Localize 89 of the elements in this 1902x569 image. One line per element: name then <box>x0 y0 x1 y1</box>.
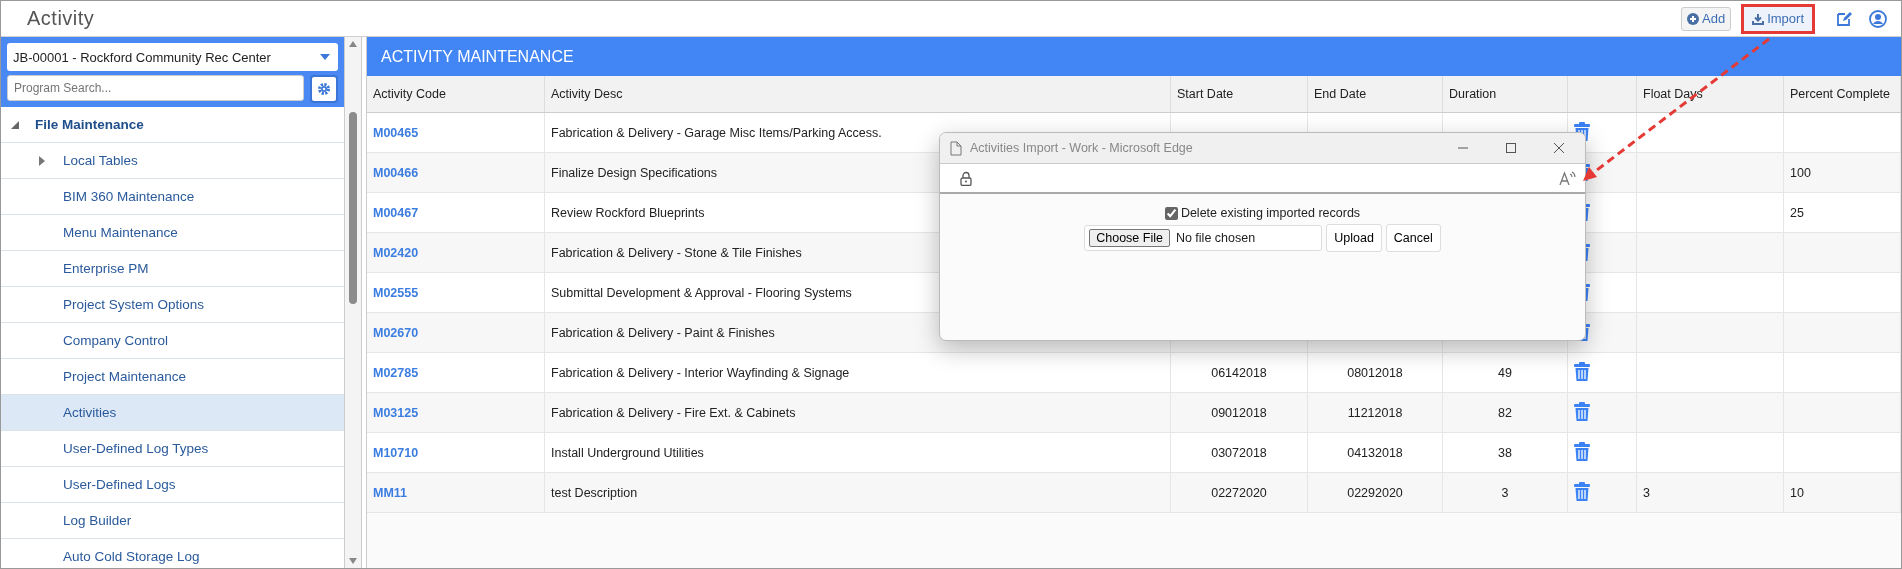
table-cell: 25 <box>1790 205 1804 220</box>
checkbox[interactable] <box>1164 206 1178 220</box>
plus-circle-icon <box>1687 12 1699 25</box>
table-cell: Fabrication & Delivery - Stone & Tile Finishes <box>551 245 802 260</box>
table-cell: Review Rockford Blueprints <box>551 205 705 220</box>
sidebar-item[interactable]: BIM 360 Maintenance <box>1 179 344 215</box>
sidebar-item[interactable]: File Maintenance <box>1 107 344 143</box>
trash-icon[interactable] <box>1574 481 1590 501</box>
trash-icon[interactable] <box>1574 401 1590 421</box>
collapsed-triangle-icon <box>39 155 45 166</box>
expanded-triangle-icon <box>11 120 19 129</box>
table-cell: 06142018 <box>1211 365 1267 380</box>
upload-button[interactable]: Upload <box>1326 224 1382 252</box>
table-cell: 02272020 <box>1211 485 1267 500</box>
table-cell: Submittal Development & Approval - Flooring Systems <box>551 285 852 300</box>
sidebar-item[interactable]: Local Tables <box>1 143 344 179</box>
sidebar-item[interactable]: User-Defined Log Types <box>1 431 344 467</box>
trash-icon[interactable] <box>1574 361 1590 381</box>
panel-title: ACTIVITY MAINTENANCE <box>367 37 1901 76</box>
table-cell: Finalize Design Specifications <box>551 165 718 180</box>
table-cell: 82 <box>1498 405 1512 420</box>
table-cell: 04132018 <box>1347 445 1403 460</box>
table-cell: Install Underground Utilities <box>551 445 704 460</box>
sidebar-item[interactable]: Log Builder <box>1 503 344 539</box>
close-icon[interactable] <box>1553 142 1565 154</box>
user-icon[interactable] <box>1869 9 1887 28</box>
table-cell: 10 <box>1790 485 1804 500</box>
table-cell: 03072018 <box>1211 445 1267 460</box>
choose-file-button[interactable]: Choose File <box>1089 229 1170 247</box>
table-cell: 3 <box>1501 485 1509 500</box>
table-cell: 09012018 <box>1211 405 1267 420</box>
table-cell: 3 <box>1643 485 1650 500</box>
download-icon <box>1752 12 1765 25</box>
checkbox-label: Delete existing imported records <box>1180 206 1361 220</box>
table-cell: 11212018 <box>1347 405 1403 420</box>
table-cell: test Description <box>551 485 638 500</box>
add-button[interactable]: Add <box>1681 6 1732 31</box>
activity-code-link[interactable]: M02670 <box>373 325 419 340</box>
column-header: Percent Complete <box>1783 76 1901 113</box>
page-icon <box>950 140 962 156</box>
caret-icon <box>320 54 330 60</box>
activity-code-link[interactable]: M02555 <box>373 285 419 300</box>
activity-code-link[interactable]: M02785 <box>373 365 419 380</box>
settings-icon <box>317 82 331 96</box>
sidebar-item[interactable]: Menu Maintenance <box>1 215 344 251</box>
activity-code-link[interactable]: M00467 <box>373 205 419 220</box>
scrollbar-thumb[interactable] <box>349 112 357 304</box>
table-cell: 02292020 <box>1347 485 1403 500</box>
column-header: Start Date <box>1170 76 1308 113</box>
trash-icon[interactable] <box>1574 441 1590 461</box>
cancel-button[interactable]: Cancel <box>1385 224 1441 252</box>
lock-icon <box>960 170 972 186</box>
table-cell: 08012018 <box>1347 365 1403 380</box>
table-cell: Fabrication & Delivery - Garage Misc Items/Parking Access. <box>551 125 882 140</box>
table-cell: 49 <box>1498 365 1512 380</box>
settings-button[interactable] <box>310 75 338 103</box>
table-cell: Fabrication & Delivery - Paint & Finishes <box>551 325 775 340</box>
edit-icon[interactable] <box>1835 9 1853 28</box>
scroll-down-icon[interactable] <box>349 558 357 564</box>
file-field[interactable]: Choose File No file chosen <box>1084 225 1323 251</box>
column-header: Activity Desc <box>544 76 1171 113</box>
sidebar-item[interactable]: Enterprise PM <box>1 251 344 287</box>
activity-code-link[interactable]: M00466 <box>373 165 419 180</box>
import-button[interactable]: Import <box>1741 3 1815 34</box>
app-title: Activity <box>27 7 95 30</box>
table-cell: Fabrication & Delivery - Fire Ext. & Cabinets <box>551 405 796 420</box>
activity-code-link[interactable]: M03125 <box>373 405 419 420</box>
project-dropdown[interactable]: JB-00001 - Rockford Community Rec Center <box>7 43 338 71</box>
column-header: End Date <box>1307 76 1443 113</box>
sidebar-item[interactable]: Auto Cold Storage Log <box>1 539 344 568</box>
column-header: Duration <box>1442 76 1568 113</box>
column-header: Activity Code <box>367 76 545 113</box>
maximize-icon[interactable] <box>1505 142 1517 154</box>
scroll-up-icon[interactable] <box>349 41 357 47</box>
window-title: Activities Import - Work - Microsoft Edge <box>970 141 1193 155</box>
activity-code-link[interactable]: M02420 <box>373 245 419 260</box>
activity-code-link[interactable]: M10710 <box>373 445 419 460</box>
sidebar-item[interactable]: Project System Options <box>1 287 344 323</box>
sidebar-item[interactable]: Activities <box>1 395 344 431</box>
sidebar-item[interactable]: User-Defined Logs <box>1 467 344 503</box>
table-cell: Fabrication & Delivery - Interior Wayfinding & Signage <box>551 365 850 380</box>
activity-code-link[interactable]: MM11 <box>373 485 408 500</box>
sidebar-item[interactable]: Company Control <box>1 323 344 359</box>
activity-code-link[interactable]: M00465 <box>373 125 419 140</box>
table-cell: 38 <box>1498 445 1512 460</box>
search-field[interactable]: Program Search... <box>7 75 304 101</box>
file-status: No file chosen <box>1175 231 1256 245</box>
table-cell: 100 <box>1790 165 1811 180</box>
read-aloud-icon[interactable] <box>1559 171 1577 185</box>
